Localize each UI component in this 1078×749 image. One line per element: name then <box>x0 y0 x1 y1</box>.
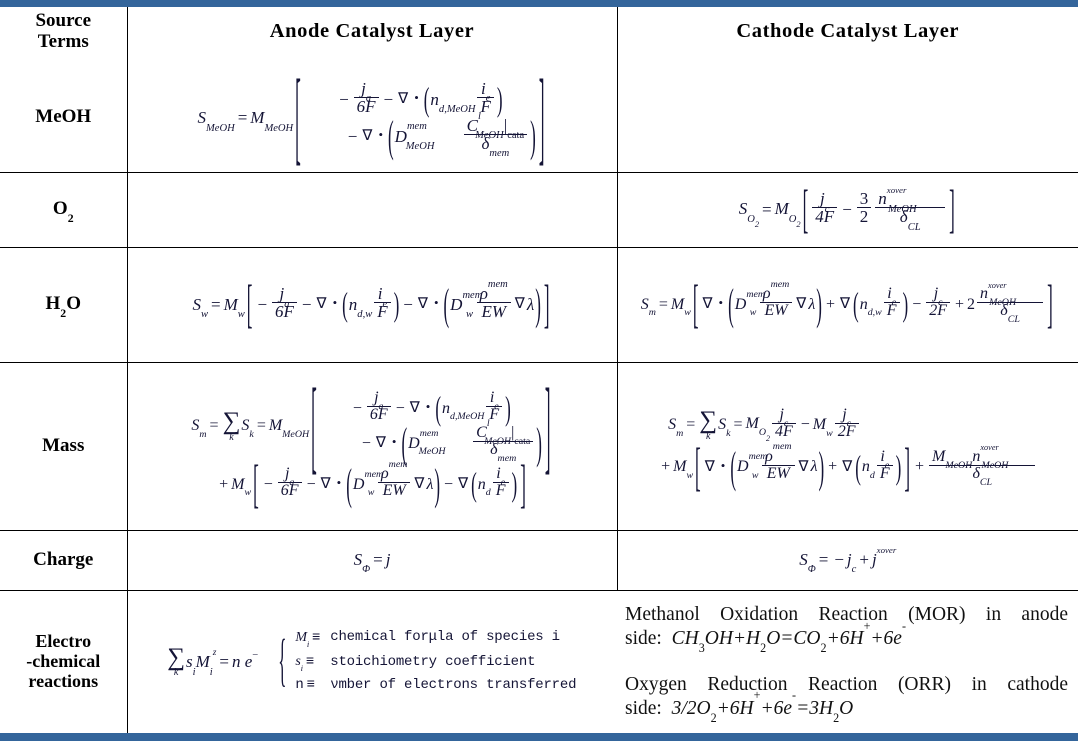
table-row-charge: Charge SΦ = j SΦ = − jc + jxover <box>0 530 1078 591</box>
table-header-row: Source Terms Anode Catalyst Layer Cathod… <box>0 7 1078 56</box>
row-label-o2: O2 <box>0 172 127 248</box>
cell-electro-reactions: Methanol Oxidation Reaction (MOR) in ano… <box>617 590 1078 733</box>
table-row-o2: O2 SO2= MO2 [ jc4F − 32 nxoverMeOH δCL <box>0 172 1078 248</box>
reaction-orr-equation: 3/2O2+6H++6e-=3H2O <box>671 688 854 725</box>
table-row-mass: Mass Sm = ∑ k Sk = MMeOH [ − ja 6F − ∇ •… <box>0 362 1078 531</box>
row-label-electrochemical: Electro -chemical reactions <box>0 590 127 733</box>
formula-charge-cathode: SΦ = − jc + jxover <box>799 544 897 575</box>
bottom-rule <box>0 733 1078 741</box>
cell-o2-anode <box>126 172 617 248</box>
reaction-mor: Methanol Oxidation Reaction (MOR) in ano… <box>625 603 1068 656</box>
header-cathode-catalyst-layer: Cathode Catalyst Layer <box>616 7 1078 56</box>
definition-row: n ≡ νmber of electrons transferred <box>295 675 576 697</box>
row-label-electro-line1: Electro <box>35 631 92 652</box>
definitions-brace-group: { Mi ≡ chemical forμla of species i si ≡ s… <box>278 625 578 699</box>
reaction-orr: Oxygen Reduction Reaction (ORR) in catho… <box>625 673 1068 725</box>
reaction-mor-title: Methanol Oxidation Reaction (MOR) in ano… <box>625 604 1068 626</box>
formula-mass-anode: Sm = ∑ k Sk = MMeOH [ − ja 6F − ∇ • (nd… <box>191 367 551 514</box>
cell-charge-anode: SΦ = j <box>126 530 617 591</box>
formula-charge-anode: SΦ = j <box>353 549 391 575</box>
header-source-terms: Source Terms <box>0 7 127 56</box>
row-label-o2-text: O <box>52 198 68 220</box>
row-label-h2o-h: H <box>45 293 61 315</box>
cell-meoh-anode: SMeOH = MMeOH [ − ja 6F − ∇ • ( nd,MeOH ie F <box>126 58 617 177</box>
table-row-meoh: MeOH SMeOH = MMeOH [ − ja 6F − ∇ • (nd,… <box>0 58 1078 177</box>
definition-text: chemical forμla of species i <box>330 626 577 650</box>
row-label-o2-subscript: 2 <box>67 212 74 226</box>
row-label-electro-line3: reactions <box>28 670 99 691</box>
table-row-electrochemical-reactions: Electro -chemical reactions ∑ k si Miz = n … <box>0 590 1078 733</box>
row-label-electro-line2: -chemical <box>26 650 101 671</box>
reaction-mor-equation: CH3OH+H2O=CO2+6H++6e- <box>671 618 906 656</box>
formula-o2-cathode: SO2 = MO2 [ jc 4F − 32 nxoverMeOH δCL ] <box>738 180 955 239</box>
left-brace-icon: { <box>278 627 287 693</box>
cell-mass-anode: Sm = ∑ k Sk = MMeOH [ − ja 6F − ∇ • (nd… <box>126 362 617 531</box>
definition-symbol: Mi ≡ <box>295 626 329 650</box>
row-label-h2o-o: O <box>66 293 81 315</box>
cell-h2o-anode: Sw = Mw [ − ja 6F − ∇ • ( nd,w ie F ) − ∇ • ( D… <box>126 247 617 363</box>
cell-charge-cathode: SΦ = − jc + jxover <box>616 530 1078 591</box>
table-figure: Source Terms Anode Catalyst Layer Cathod… <box>0 0 1078 749</box>
spacer-cell-2 <box>616 56 1078 64</box>
definition-symbol: n ≡ <box>295 675 329 697</box>
cell-h2o-cathode: Sm = Mw [ ∇ • ( Dmemw ρmem EW ∇ λ ) + ∇ ( nd,… <box>616 247 1078 363</box>
formula-h2o-cathode: Sm = Mw [ ∇ • ( Dmemw ρmem EW ∇ λ ) + ∇ ( nd,… <box>640 275 1053 334</box>
definition-text: stoichiometry coefficient <box>330 651 577 674</box>
formula-meoh-anode: SMeOH = MMeOH [ − ja 6F − ∇ • ( nd,MeOH ie F <box>197 58 545 177</box>
row-label-mass: Mass <box>0 362 127 531</box>
header-source-terms-line1: Source <box>35 9 92 31</box>
row-label-h2o-subscript: 2 <box>60 307 67 321</box>
header-anode-catalyst-layer: Anode Catalyst Layer <box>126 7 617 56</box>
cell-o2-cathode: SO2 = MO2 [ jc 4F − 32 nxoverMeOH δCL ] <box>616 172 1078 248</box>
row-label-meoh: MeOH <box>0 64 127 173</box>
definitions-list: Mi ≡ chemical forμla of species i si ≡ sto… <box>293 625 578 699</box>
reaction-mor-equation-line: side: CH3OH+H2O=CO2+6H++6e- <box>625 618 1068 656</box>
top-rule <box>0 0 1078 7</box>
formula-h2o-anode: Sw = Mw [ − ja 6F − ∇ • ( nd,w ie F ) − ∇ • ( D… <box>192 275 550 334</box>
source-terms-table: Source Terms Anode Catalyst Layer Cathod… <box>0 7 1078 733</box>
definition-row: Mi ≡ chemical forμla of species i <box>295 626 577 650</box>
header-source-terms-line2: Terms <box>37 30 89 52</box>
reaction-orr-lead: side: <box>625 697 662 719</box>
row-label-h2o: H2O <box>0 247 127 363</box>
reaction-mor-lead: side: <box>625 627 662 649</box>
row-label-charge: Charge <box>0 530 127 591</box>
spacer-cell-0 <box>0 56 127 64</box>
reaction-orr-title: Oxygen Reduction Reaction (ORR) in catho… <box>625 673 1068 695</box>
reaction-orr-equation-line: side: 3/2O2+6H++6e-=3H2O <box>625 688 1068 725</box>
cell-electro-definitions: ∑ k si Miz = n e − { Mi ≡ chemical forμla of … <box>126 590 617 733</box>
cell-mass-cathode: Sm= ∑k Sk= MO2 jc4F − Mw jc2F + Mw <box>616 362 1078 531</box>
definition-text: νmber of electrons transferred <box>330 675 576 697</box>
table-row-h2o: H2O Sw = Mw [ − ja 6F − ∇ • ( nd,w ie F ) <box>0 247 1078 363</box>
cell-meoh-cathode <box>616 64 1078 173</box>
definition-symbol: si ≡ <box>295 651 329 674</box>
definition-row: si ≡ stoichiometry coefficient <box>295 651 577 674</box>
formula-electro-sum: ∑ k si Miz = n e − <box>167 643 259 679</box>
reactions-block: Methanol Oxidation Reaction (MOR) in ano… <box>625 603 1078 725</box>
formula-mass-cathode: Sm= ∑k Sk= MO2 jc4F − Mw jc2F + Mw <box>658 406 1037 493</box>
